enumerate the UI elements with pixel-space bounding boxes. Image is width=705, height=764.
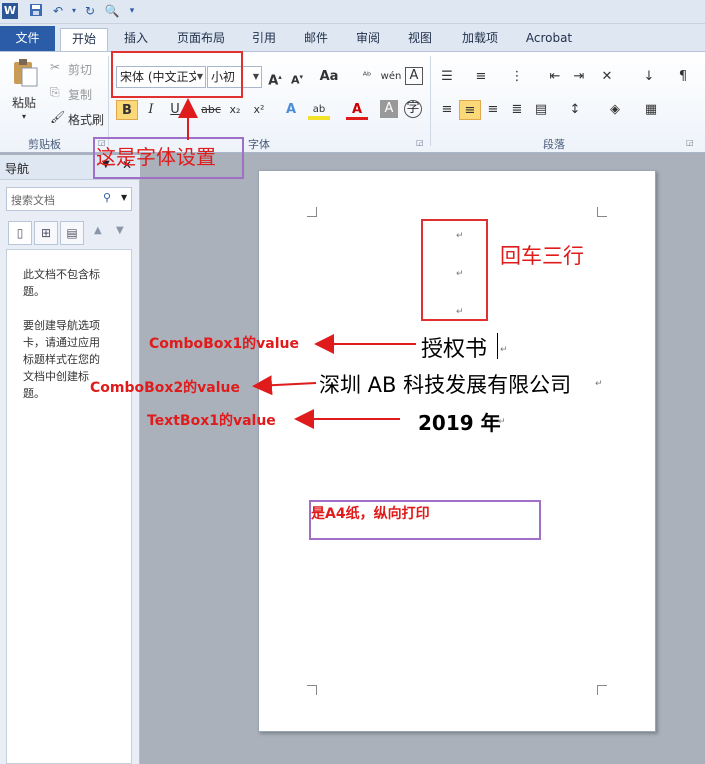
arrow-combobox2	[252, 375, 317, 396]
textbox1-annotation: TextBox1的value	[147, 413, 276, 429]
combobox2-annotation: ComboBox2的value	[90, 380, 241, 396]
combobox1-annotation: ComboBox1的value	[149, 336, 300, 352]
paper-note-annotation: 是A4纸，纵向打印	[311, 506, 430, 522]
enter-lines-annotation: 回车三行	[500, 244, 584, 268]
enter-lines-highlight	[421, 219, 488, 321]
